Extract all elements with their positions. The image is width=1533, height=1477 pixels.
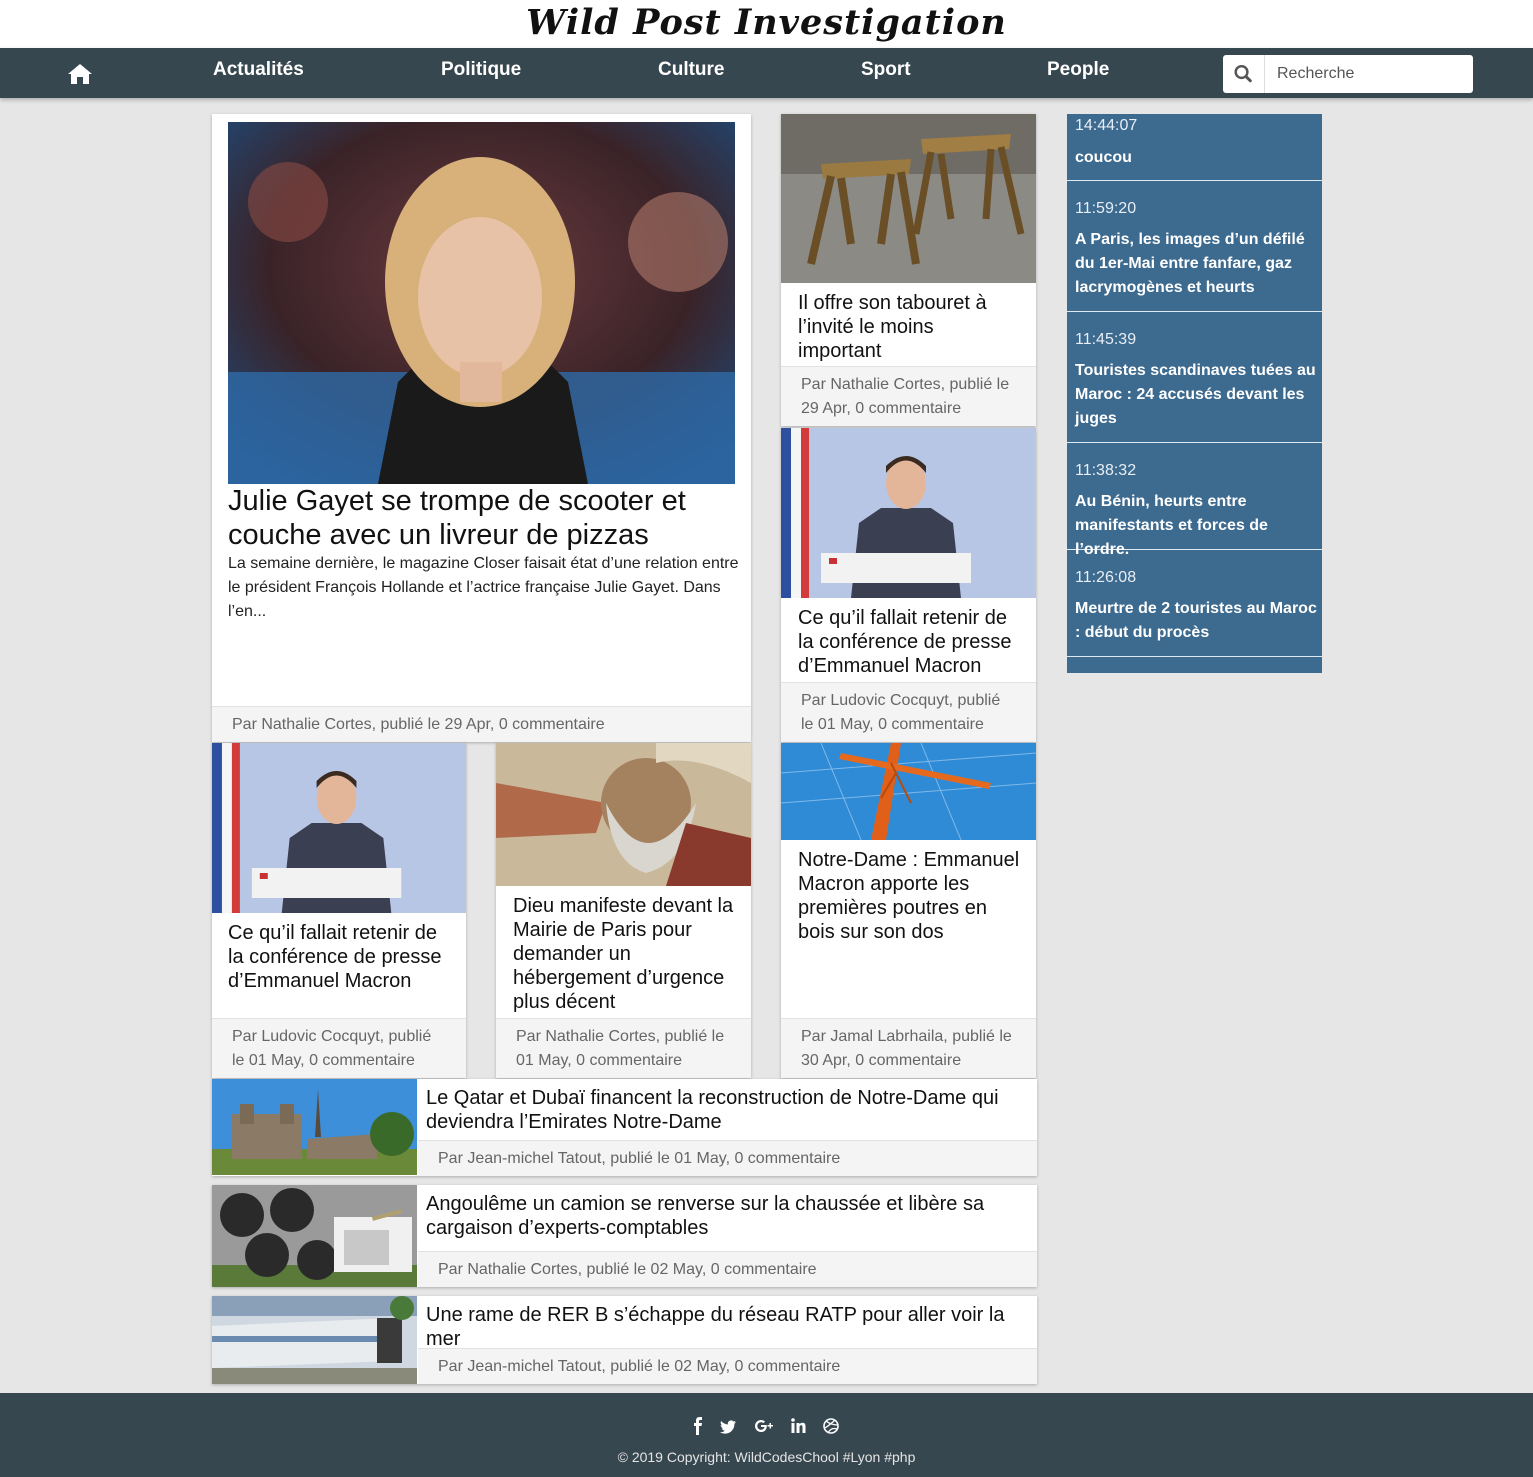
article-meta: Par Ludovic Cocquyt, publié le 01 May, 0… xyxy=(212,1018,466,1078)
feed-headline[interactable]: coucou xyxy=(1075,146,1319,170)
nav-item-people[interactable]: People xyxy=(1047,48,1109,98)
nav-item-culture[interactable]: Culture xyxy=(658,48,725,98)
search-icon[interactable] xyxy=(1223,55,1265,93)
live-news-feed: 14:44:07 coucou 11:59:20 A Paris, les im… xyxy=(1067,114,1322,673)
nav-item-actualites[interactable]: Actualités xyxy=(213,48,304,98)
list-item[interactable]: Le Qatar et Dubaï financent la reconstru… xyxy=(212,1079,1037,1176)
linkedin-icon[interactable] xyxy=(791,1417,806,1435)
article-excerpt: La semaine dernière, le magazine Closer … xyxy=(228,555,739,620)
list-item[interactable]: Une rame de RER B s’échappe du réseau RA… xyxy=(212,1296,1037,1384)
feed-headline[interactable]: Meurtre de 2 touristes au Maroc : début … xyxy=(1075,597,1319,645)
article-meta: Par Jean-michel Tatout, publié le 01 May… xyxy=(418,1140,1037,1176)
article-image xyxy=(781,428,1036,598)
article-title[interactable]: Une rame de RER B s’échappe du réseau RA… xyxy=(426,1303,1036,1351)
feed-item[interactable]: 11:59:20 A Paris, les images d’un défilé… xyxy=(1067,181,1322,312)
main-navbar: Actualités Politique Culture Sport Peopl… xyxy=(0,48,1533,98)
article-title[interactable]: Angoulême un camion se renverse sur la c… xyxy=(426,1192,1036,1240)
feed-item[interactable]: 11:26:08 Meurtre de 2 touristes au Maroc… xyxy=(1067,550,1322,657)
article-title[interactable]: Dieu manifeste devant la Mairie de Paris… xyxy=(513,894,738,1014)
article-meta: Par Nathalie Cortes, publié le 29 Apr, 0… xyxy=(212,706,751,742)
site-footer: © 2019 Copyright: WildCodesChool #Lyon #… xyxy=(0,1393,1533,1477)
feed-headline[interactable]: A Paris, les images d’un défilé du 1er-M… xyxy=(1075,228,1319,300)
facebook-icon[interactable] xyxy=(691,1417,705,1435)
home-icon[interactable] xyxy=(66,62,94,86)
article-card[interactable]: Ce qu’il fallait retenir de la conférenc… xyxy=(212,743,466,1078)
article-card[interactable]: Notre-Dame : Emmanuel Macron apporte les… xyxy=(781,743,1036,1078)
article-title[interactable]: Julie Gayet se trompe de scooter et couc… xyxy=(228,484,738,552)
article-title[interactable]: Ce qu’il fallait retenir de la conférenc… xyxy=(228,921,453,993)
feed-time: 11:26:08 xyxy=(1075,569,1137,586)
nav-item-sport[interactable]: Sport xyxy=(861,48,911,98)
search-box xyxy=(1223,55,1473,93)
search-input[interactable] xyxy=(1265,55,1471,93)
article-meta: Par Nathalie Cortes, publié le 02 May, 0… xyxy=(418,1251,1037,1287)
article-card[interactable]: Il offre son tabouret à l’invité le moin… xyxy=(781,114,1036,426)
article-image xyxy=(781,114,1036,283)
feed-time: 14:44:07 xyxy=(1075,117,1138,134)
article-title[interactable]: Le Qatar et Dubaï financent la reconstru… xyxy=(426,1086,1036,1134)
article-meta: Par Jean-michel Tatout, publié le 02 May… xyxy=(418,1348,1037,1384)
google-plus-icon[interactable] xyxy=(754,1417,774,1435)
dribbble-icon[interactable] xyxy=(823,1417,839,1435)
copyright-text: © 2019 Copyright: WildCodesChool #Lyon #… xyxy=(617,1449,916,1465)
article-title[interactable]: Ce qu’il fallait retenir de la conférenc… xyxy=(798,606,1023,678)
article-meta: Par Nathalie Cortes, publié le 01 May, 0… xyxy=(496,1018,751,1078)
article-meta: Par Nathalie Cortes, publié le 29 Apr, 0… xyxy=(781,366,1036,426)
feed-item[interactable]: 14:44:07 coucou xyxy=(1067,114,1322,181)
site-logo[interactable]: Wild Post Investigation xyxy=(526,2,1007,43)
article-title[interactable]: Il offre son tabouret à l’invité le moin… xyxy=(798,291,1018,363)
article-meta: Par Ludovic Cocquyt, publié le 01 May, 0… xyxy=(781,682,1036,742)
article-image xyxy=(496,743,751,886)
feed-time: 11:45:39 xyxy=(1075,331,1137,348)
site-header: Wild Post Investigation xyxy=(0,0,1533,48)
feed-item[interactable]: 11:45:39 Touristes scandinaves tuées au … xyxy=(1067,312,1322,443)
feed-item[interactable]: 11:38:32 Au Bénin, heurts entre manifest… xyxy=(1067,443,1322,558)
article-image xyxy=(212,1079,417,1175)
article-image xyxy=(781,743,1036,840)
article-image xyxy=(212,1185,417,1287)
feed-time: 11:59:20 xyxy=(1075,200,1137,217)
feed-time: 11:38:32 xyxy=(1075,462,1137,479)
nav-item-politique[interactable]: Politique xyxy=(441,48,521,98)
feed-headline[interactable]: Touristes scandinaves tuées au Maroc : 2… xyxy=(1075,359,1319,431)
article-card[interactable]: Ce qu’il fallait retenir de la conférenc… xyxy=(781,428,1036,742)
article-meta: Par Jamal Labrhaila, publié le 30 Apr, 0… xyxy=(781,1018,1036,1078)
featured-article-card[interactable]: Julie Gayet se trompe de scooter et couc… xyxy=(212,114,751,742)
article-image xyxy=(212,743,466,913)
list-item[interactable]: Angoulême un camion se renverse sur la c… xyxy=(212,1185,1037,1287)
article-image xyxy=(228,122,735,484)
article-image xyxy=(212,1296,417,1384)
article-card[interactable]: Dieu manifeste devant la Mairie de Paris… xyxy=(496,743,751,1078)
twitter-icon[interactable] xyxy=(720,1417,736,1435)
article-title[interactable]: Notre-Dame : Emmanuel Macron apporte les… xyxy=(798,848,1023,944)
